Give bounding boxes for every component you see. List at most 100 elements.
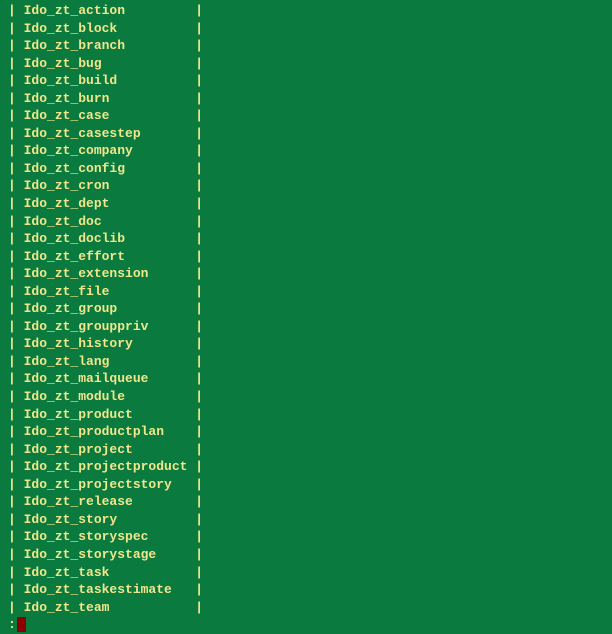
table-name-cell: Ido_zt_cron	[24, 178, 188, 193]
pipe-separator: |	[187, 126, 203, 141]
table-name-cell: Ido_zt_release	[24, 494, 188, 509]
pipe-separator: |	[8, 249, 24, 264]
table-row: | Ido_zt_block |	[8, 20, 604, 38]
pipe-separator: |	[187, 231, 203, 246]
pipe-separator: |	[8, 143, 24, 158]
table-row: | Ido_zt_file |	[8, 283, 604, 301]
pipe-separator: |	[8, 442, 24, 457]
pipe-separator: |	[187, 424, 203, 439]
pipe-separator: |	[8, 459, 24, 474]
table-row: | Ido_zt_release |	[8, 493, 604, 511]
table-name-cell: Ido_zt_story	[24, 512, 188, 527]
pipe-separator: |	[8, 529, 24, 544]
pipe-separator: |	[187, 108, 203, 123]
pipe-separator: |	[8, 582, 24, 597]
table-name-cell: Ido_zt_taskestimate	[24, 582, 188, 597]
table-name-cell: Ido_zt_storystage	[24, 547, 188, 562]
table-name-cell: Ido_zt_productplan	[24, 424, 188, 439]
pipe-separator: |	[8, 354, 24, 369]
table-row: | Ido_zt_effort |	[8, 248, 604, 266]
table-row: | Ido_zt_doclib |	[8, 230, 604, 248]
table-row: | Ido_zt_bug |	[8, 55, 604, 73]
pipe-separator: |	[8, 126, 24, 141]
table-row: | Ido_zt_project |	[8, 441, 604, 459]
table-row: | Ido_zt_team |	[8, 599, 604, 617]
table-row: | Ido_zt_build |	[8, 72, 604, 90]
pipe-separator: |	[187, 178, 203, 193]
pipe-separator: |	[187, 161, 203, 176]
cursor-block	[17, 617, 26, 632]
table-name-cell: Ido_zt_task	[24, 565, 188, 580]
table-name-cell: Ido_zt_doclib	[24, 231, 188, 246]
pipe-separator: |	[8, 3, 24, 18]
pipe-separator: |	[8, 600, 24, 615]
table-name-cell: Ido_zt_config	[24, 161, 188, 176]
table-name-cell: Ido_zt_branch	[24, 38, 188, 53]
pipe-separator: |	[8, 547, 24, 562]
table-name-cell: Ido_zt_dept	[24, 196, 188, 211]
pipe-separator: |	[187, 3, 203, 18]
pipe-separator: |	[187, 565, 203, 580]
pipe-separator: |	[187, 494, 203, 509]
pipe-separator: |	[8, 424, 24, 439]
table-name-cell: Ido_zt_storyspec	[24, 529, 188, 544]
pipe-separator: |	[8, 284, 24, 299]
pipe-separator: |	[187, 477, 203, 492]
pipe-separator: |	[8, 371, 24, 386]
table-name-cell: Ido_zt_company	[24, 143, 188, 158]
pipe-separator: |	[8, 494, 24, 509]
pipe-separator: |	[8, 91, 24, 106]
pipe-separator: |	[8, 38, 24, 53]
table-name-cell: Ido_zt_burn	[24, 91, 188, 106]
pipe-separator: |	[187, 284, 203, 299]
table-name-cell: Ido_zt_build	[24, 73, 188, 88]
pipe-separator: |	[187, 547, 203, 562]
table-name-cell: Ido_zt_module	[24, 389, 188, 404]
pipe-separator: |	[187, 91, 203, 106]
table-name-cell: Ido_zt_doc	[24, 214, 188, 229]
pipe-separator: |	[187, 319, 203, 334]
pipe-separator: |	[187, 442, 203, 457]
pipe-separator: |	[8, 319, 24, 334]
pipe-separator: |	[187, 73, 203, 88]
pipe-separator: |	[187, 371, 203, 386]
table-row: | Ido_zt_projectstory |	[8, 476, 604, 494]
pipe-separator: |	[187, 600, 203, 615]
table-name-cell: Ido_zt_team	[24, 600, 188, 615]
table-row: | Ido_zt_config |	[8, 160, 604, 178]
pipe-separator: |	[187, 301, 203, 316]
prompt-colon: :	[8, 616, 16, 634]
pipe-separator: |	[187, 214, 203, 229]
table-name-cell: Ido_zt_action	[24, 3, 188, 18]
pipe-separator: |	[187, 529, 203, 544]
pipe-separator: |	[8, 108, 24, 123]
table-name-cell: Ido_zt_group	[24, 301, 188, 316]
table-row: | Ido_zt_casestep |	[8, 125, 604, 143]
table-row: | Ido_zt_branch |	[8, 37, 604, 55]
pipe-separator: |	[187, 354, 203, 369]
table-row: | Ido_zt_module |	[8, 388, 604, 406]
table-row: | Ido_zt_productplan |	[8, 423, 604, 441]
pipe-separator: |	[187, 459, 203, 474]
table-name-cell: Ido_zt_bug	[24, 56, 188, 71]
pipe-separator: |	[8, 231, 24, 246]
pipe-separator: |	[8, 477, 24, 492]
pipe-separator: |	[187, 336, 203, 351]
table-name-cell: Ido_zt_file	[24, 284, 188, 299]
table-row: | Ido_zt_taskestimate |	[8, 581, 604, 599]
pipe-separator: |	[8, 178, 24, 193]
pipe-separator: |	[8, 56, 24, 71]
pipe-separator: |	[8, 266, 24, 281]
table-row: | Ido_zt_doc |	[8, 213, 604, 231]
table-name-cell: Ido_zt_grouppriv	[24, 319, 188, 334]
pipe-separator: |	[187, 266, 203, 281]
table-row: | Ido_zt_lang |	[8, 353, 604, 371]
table-row: | Ido_zt_projectproduct |	[8, 458, 604, 476]
table-row: | Ido_zt_company |	[8, 142, 604, 160]
pipe-separator: |	[8, 196, 24, 211]
pager-prompt[interactable]: :	[8, 616, 604, 634]
pipe-separator: |	[187, 196, 203, 211]
table-name-cell: Ido_zt_block	[24, 21, 188, 36]
pipe-separator: |	[187, 512, 203, 527]
pipe-separator: |	[187, 582, 203, 597]
